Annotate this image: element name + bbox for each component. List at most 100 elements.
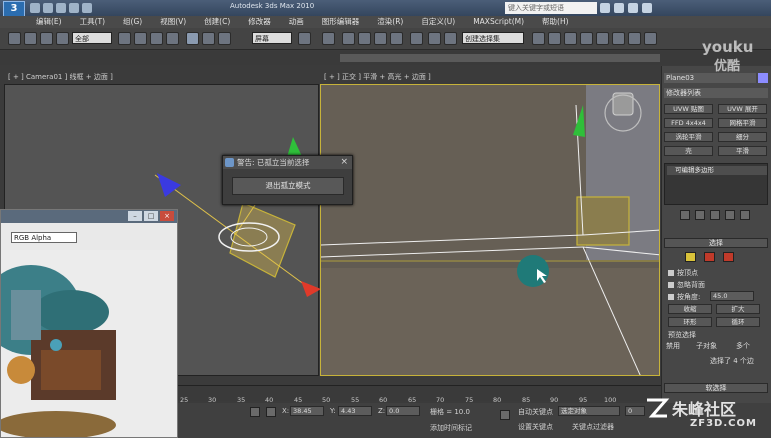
snap-toggle-icon[interactable] bbox=[342, 32, 355, 45]
search-icon[interactable] bbox=[600, 3, 610, 13]
percent-snap-icon[interactable] bbox=[374, 32, 387, 45]
menu-modifiers[interactable]: 修改器 bbox=[248, 16, 271, 28]
stack-item-editable-poly[interactable]: 可编辑多边形 bbox=[667, 166, 767, 175]
preview-disabled-radio[interactable]: 禁用 bbox=[666, 341, 680, 351]
app-logo-icon[interactable]: 3 bbox=[3, 1, 25, 17]
soft-selection-rollout-header[interactable]: 软选择 bbox=[664, 383, 768, 393]
help-search-input[interactable]: 键入关键字或短语 bbox=[505, 2, 597, 14]
spinner-snap-icon[interactable] bbox=[390, 32, 403, 45]
lock-selection-icon[interactable] bbox=[250, 407, 260, 417]
unlink-icon[interactable] bbox=[56, 32, 69, 45]
modifier-list-select[interactable]: 修改器列表 bbox=[664, 88, 768, 98]
z-coord-field[interactable]: 0.0 bbox=[386, 406, 420, 416]
menu-customize[interactable]: 自定义(U) bbox=[421, 16, 455, 28]
rotate-icon[interactable] bbox=[202, 32, 215, 45]
minimize-icon[interactable]: – bbox=[128, 211, 142, 221]
render-icon[interactable] bbox=[644, 32, 657, 45]
select-manipulate-icon[interactable] bbox=[322, 32, 335, 45]
ffd-button[interactable]: FFD 4x4x4 bbox=[664, 118, 713, 128]
selected-face[interactable] bbox=[576, 196, 630, 246]
edge-level-icon[interactable] bbox=[704, 252, 715, 262]
axis-x-arrow-icon[interactable] bbox=[301, 281, 321, 297]
grow-button[interactable]: 扩大 bbox=[716, 304, 760, 314]
turbosmooth-button[interactable]: 涡轮平滑 bbox=[664, 132, 713, 142]
by-angle-checkbox[interactable]: 按角度: bbox=[668, 292, 700, 302]
maximize-icon[interactable]: □ bbox=[144, 211, 158, 221]
save-file-icon[interactable] bbox=[56, 3, 66, 13]
menu-rendering[interactable]: 渲染(R) bbox=[377, 16, 403, 28]
menu-group[interactable]: 组(G) bbox=[123, 16, 142, 28]
show-end-result-icon[interactable] bbox=[695, 210, 705, 220]
ribbon-strip[interactable] bbox=[340, 54, 660, 62]
new-file-icon[interactable] bbox=[30, 3, 40, 13]
configure-sets-icon[interactable] bbox=[740, 210, 750, 220]
redo-icon[interactable] bbox=[24, 32, 37, 45]
select-by-name-icon[interactable] bbox=[134, 32, 147, 45]
x-coord-field[interactable]: 38.45 bbox=[290, 406, 324, 416]
shrink-button[interactable]: 收缩 bbox=[668, 304, 712, 314]
close-icon[interactable]: × bbox=[160, 211, 174, 221]
object-name-field[interactable]: Plane03 bbox=[664, 73, 756, 83]
preview-multi-radio[interactable]: 多个 bbox=[736, 341, 750, 351]
key-mode-icon[interactable] bbox=[500, 410, 510, 420]
selection-rollout-header[interactable]: 选择 bbox=[664, 238, 768, 248]
key-selection-select[interactable]: 选定对象 bbox=[558, 406, 620, 416]
material-editor-icon[interactable] bbox=[596, 32, 609, 45]
exit-isolation-button[interactable]: 退出孤立模式 bbox=[232, 177, 344, 195]
angle-snap-icon[interactable] bbox=[358, 32, 371, 45]
set-key-button[interactable]: 设置关键点 bbox=[518, 422, 553, 432]
link-icon[interactable] bbox=[40, 32, 53, 45]
ring-button[interactable]: 环形 bbox=[668, 317, 712, 327]
scale-icon[interactable] bbox=[218, 32, 231, 45]
named-selection-select[interactable]: 创建选择集 bbox=[462, 32, 524, 44]
reference-coord-select[interactable]: 屏幕 bbox=[252, 32, 292, 44]
menu-animation[interactable]: 动画 bbox=[289, 16, 304, 28]
redo-icon[interactable] bbox=[82, 3, 92, 13]
auto-key-button[interactable]: 自动关键点 bbox=[518, 407, 553, 417]
mirror-icon[interactable] bbox=[428, 32, 441, 45]
curve-editor-icon[interactable] bbox=[564, 32, 577, 45]
make-unique-icon[interactable] bbox=[710, 210, 720, 220]
undo-icon[interactable] bbox=[69, 3, 79, 13]
polygon-level-icon[interactable] bbox=[723, 252, 734, 262]
info-icon[interactable] bbox=[614, 3, 624, 13]
menu-views[interactable]: 视图(V) bbox=[160, 16, 186, 28]
by-vertex-checkbox[interactable]: 按顶点 bbox=[668, 268, 698, 278]
loop-button[interactable]: 循环 bbox=[716, 317, 760, 327]
menu-create[interactable]: 创建(C) bbox=[204, 16, 230, 28]
star-icon[interactable] bbox=[628, 3, 638, 13]
edit-named-sel-icon[interactable] bbox=[410, 32, 423, 45]
shell-button[interactable]: 壳 bbox=[664, 146, 713, 156]
window-crossing-icon[interactable] bbox=[166, 32, 179, 45]
preview-subobject-radio[interactable]: 子对象 bbox=[696, 341, 717, 351]
selected-plane[interactable] bbox=[229, 202, 296, 278]
undo-icon[interactable] bbox=[8, 32, 21, 45]
menu-maxscript[interactable]: MAXScript(M) bbox=[473, 16, 524, 28]
uvw-map-button[interactable]: UVW 贴图 bbox=[664, 104, 713, 114]
menu-help[interactable]: 帮助(H) bbox=[542, 16, 569, 28]
help-icon[interactable] bbox=[642, 3, 652, 13]
vertex-level-icon[interactable] bbox=[685, 252, 696, 262]
menu-edit[interactable]: 编辑(E) bbox=[36, 16, 62, 28]
right-viewport-label[interactable]: [ + ] 正交 ] 平滑 + 高光 + 边面 ] bbox=[324, 72, 431, 82]
layer-manager-icon[interactable] bbox=[532, 32, 545, 45]
open-file-icon[interactable] bbox=[43, 3, 53, 13]
current-frame-field[interactable]: 0 bbox=[625, 406, 645, 416]
left-viewport-label[interactable]: [ + ] Camera01 ] 线框 + 边面 ] bbox=[8, 72, 113, 82]
render-setup-icon[interactable] bbox=[612, 32, 625, 45]
unwrap-uvw-button[interactable]: UVW 展开 bbox=[718, 104, 767, 114]
angle-value-field[interactable]: 45.0 bbox=[710, 291, 754, 301]
y-coord-field[interactable]: 4.43 bbox=[338, 406, 372, 416]
remove-modifier-icon[interactable] bbox=[725, 210, 735, 220]
pivot-center-icon[interactable] bbox=[298, 32, 311, 45]
menu-graph-editors[interactable]: 图形编辑器 bbox=[322, 16, 360, 28]
axis-z-arrow-icon[interactable] bbox=[157, 173, 181, 197]
rendered-frame-icon[interactable] bbox=[628, 32, 641, 45]
schematic-view-icon[interactable] bbox=[580, 32, 593, 45]
move-icon[interactable] bbox=[186, 32, 199, 45]
align-icon[interactable] bbox=[444, 32, 457, 45]
select-object-icon[interactable] bbox=[118, 32, 131, 45]
close-icon[interactable]: × bbox=[340, 156, 348, 169]
display-channel-select[interactable]: RGB Alpha bbox=[11, 232, 77, 243]
object-color-swatch[interactable] bbox=[758, 73, 768, 83]
